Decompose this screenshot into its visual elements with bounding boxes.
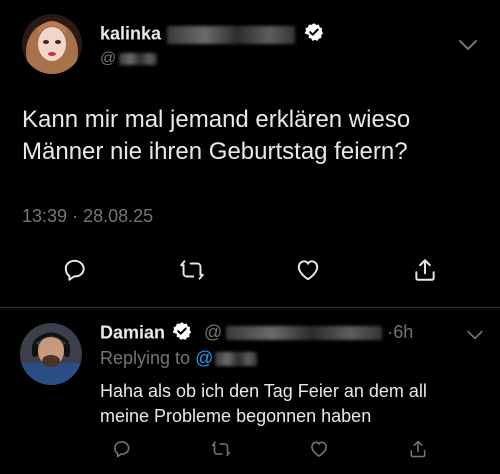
replying-to-handle[interactable]: @ bbox=[195, 348, 213, 368]
reply-avatar[interactable] bbox=[20, 323, 82, 385]
reply-actions bbox=[112, 439, 428, 459]
reply-text-line-2: meine Probleme begonnen haben bbox=[100, 406, 372, 427]
handle[interactable]: @ bbox=[100, 50, 158, 68]
reply-icon[interactable] bbox=[112, 439, 132, 459]
tweet-text: Kann mir mal jemand erklären wieso Männe… bbox=[22, 104, 410, 169]
chevron-down-icon[interactable] bbox=[466, 328, 484, 346]
share-icon[interactable] bbox=[408, 439, 428, 459]
reply-icon[interactable] bbox=[62, 257, 88, 283]
replying-to: Replying to @ bbox=[100, 348, 258, 369]
redacted-name bbox=[167, 25, 296, 44]
retweet-icon[interactable] bbox=[211, 439, 231, 459]
reply-text-line-1: Haha als ob ich den Tag Feier an dem all bbox=[100, 381, 427, 401]
verified-badge-icon bbox=[172, 321, 192, 346]
reply-text: Haha als ob ich den Tag Feier an dem all… bbox=[100, 379, 427, 429]
tweet-date: 28.08.25 bbox=[83, 206, 154, 226]
share-icon[interactable] bbox=[412, 257, 438, 283]
main-tweet: kalinka @ Kann mir mal jemand erklären w… bbox=[0, 0, 500, 308]
heart-icon[interactable] bbox=[295, 257, 321, 283]
tweet-actions bbox=[62, 257, 438, 283]
tweet-timestamp[interactable]: 13:39 · 28.08.25 bbox=[22, 206, 153, 227]
display-name[interactable]: kalinka bbox=[100, 22, 324, 47]
handle-prefix: @ bbox=[100, 50, 117, 67]
redacted-handle bbox=[215, 352, 258, 367]
timestamp-separator: · bbox=[72, 206, 79, 226]
redacted-handle bbox=[226, 326, 383, 341]
tweet-text-line-1: Kann mir mal jemand erklären wieso bbox=[22, 106, 411, 133]
avatar[interactable] bbox=[22, 14, 82, 74]
retweet-icon[interactable] bbox=[179, 257, 205, 283]
reply-display-name-text: Damian bbox=[100, 322, 166, 343]
replying-to-label: Replying to bbox=[100, 348, 191, 368]
verified-badge-icon bbox=[304, 22, 324, 47]
heart-icon[interactable] bbox=[309, 439, 329, 459]
divider bbox=[0, 307, 500, 308]
reply-handle[interactable]: @ ·6h bbox=[204, 322, 413, 343]
reply-handle-prefix: @ bbox=[204, 322, 223, 342]
tweet-text-line-2: Männer nie ihren Geburtstag feiern? bbox=[22, 138, 408, 166]
reply-age: 6h bbox=[393, 322, 414, 342]
display-name-text: kalinka bbox=[100, 23, 162, 44]
redacted-handle bbox=[119, 52, 158, 65]
reply-display-name[interactable]: Damian bbox=[100, 321, 192, 346]
tweet-time: 13:39 bbox=[22, 206, 68, 226]
chevron-down-icon[interactable] bbox=[458, 38, 478, 57]
